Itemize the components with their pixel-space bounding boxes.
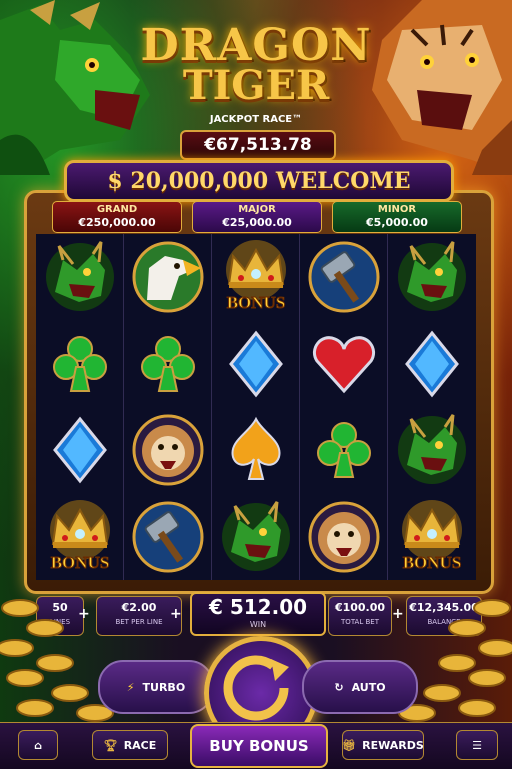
dragon-symbol-icon: [398, 414, 466, 485]
club-symbol-icon: [316, 422, 371, 479]
jackpot-grand-name: GRAND: [96, 204, 138, 215]
reel-cell: [212, 493, 300, 580]
club-symbol-icon: [52, 335, 107, 392]
menu-button[interactable]: ☰: [456, 730, 498, 760]
jackpot-race-label: JACKPOT RACE™: [209, 114, 303, 125]
hammer-symbol-icon: [132, 501, 203, 573]
dragon-symbol-icon: [45, 241, 114, 312]
dragon-symbol-icon: [398, 241, 466, 312]
reel-cell: [388, 234, 476, 321]
rewards-label: REWARDS: [362, 738, 424, 752]
reel-cell: [300, 320, 388, 407]
autoplay-icon: ↻: [334, 680, 344, 694]
rewards-button[interactable]: 🎁︎ REWARDS: [342, 730, 424, 760]
gift-icon: 🎁︎: [342, 738, 357, 752]
diamond-symbol-icon: [52, 416, 107, 484]
lion-symbol-icon: [132, 414, 203, 486]
reel-cell: [36, 407, 124, 494]
reel-cell: BONUS: [212, 234, 300, 321]
crown-bonus-symbol-icon: BONUS: [402, 499, 462, 572]
reel-cell: [388, 407, 476, 494]
jackpot-major-amount: €25,000.00: [222, 216, 292, 229]
welcome-bonus-banner[interactable]: $ 20,000,000 WELCOME BONUS: [64, 160, 454, 230]
reel-grid: BONUS BONUS BONUS: [36, 234, 476, 580]
heart-symbol-icon: [312, 335, 375, 393]
home-button[interactable]: ⌂: [18, 730, 58, 760]
reel-cell: [388, 321, 476, 408]
win-display: € 512.00 WIN: [190, 592, 326, 636]
win-label: WIN: [249, 620, 267, 629]
reel-cell: [212, 407, 300, 494]
hammer-symbol-icon: [308, 241, 379, 313]
reel-cell: [124, 493, 212, 580]
eagle-symbol-icon: [132, 241, 203, 313]
reel-cell: [300, 493, 388, 580]
race-label: RACE: [123, 738, 157, 752]
reel-cell: [36, 234, 124, 321]
win-value: € 512.00: [208, 595, 308, 619]
crown-bonus-symbol-icon: BONUS: [49, 499, 110, 572]
buy-bonus-button[interactable]: BUY BONUS: [190, 724, 328, 768]
race-button[interactable]: 🏆︎ RACE: [92, 730, 168, 760]
auto-label: AUTO: [351, 680, 386, 694]
reel-cell: [124, 234, 212, 321]
reel-cell: [36, 320, 124, 407]
crown-bonus-symbol-icon: BONUS: [225, 240, 286, 313]
menu-icon: ☰: [472, 738, 482, 752]
total-bet-display: €100.00 TOTAL BET: [328, 596, 392, 636]
spin-arrow-icon: [223, 655, 289, 721]
lightning-icon: ⚡: [126, 680, 135, 694]
jackpot-major-name: MAJOR: [238, 204, 276, 215]
total-bet-label: TOTAL BET: [341, 618, 379, 626]
spade-symbol-icon: [231, 417, 280, 481]
lion-symbol-icon: [308, 501, 379, 573]
diamond-symbol-icon: [228, 330, 283, 398]
jackpot-race-amount: €67,513.78: [180, 130, 336, 160]
turbo-label: TURBO: [142, 680, 186, 694]
auto-button[interactable]: ↻ AUTO: [302, 660, 418, 714]
jackpot-minor-name: MINOR: [377, 204, 417, 215]
bet-plus-icon[interactable]: +: [170, 606, 182, 622]
club-symbol-icon: [140, 335, 195, 392]
dragon-symbol-icon: [221, 500, 290, 571]
bonus-text: BONUS: [226, 293, 285, 312]
reel-cell: [124, 407, 212, 494]
home-icon: ⌂: [34, 738, 42, 752]
total-bet-value: €100.00: [334, 601, 386, 614]
diamond-symbol-icon: [405, 330, 459, 398]
jackpot-minor: MINOR €5,000.00: [332, 201, 462, 233]
trophy-icon: 🏆︎: [103, 738, 118, 752]
jackpot-minor-amount: €5,000.00: [366, 216, 428, 229]
turbo-button[interactable]: ⚡ TURBO: [98, 660, 214, 714]
game-title-line2: TIGER: [182, 62, 330, 109]
jackpot-grand-amount: €250,000.00: [78, 216, 156, 229]
reel-cell: [300, 234, 388, 321]
jackpot-grand: GRAND €250,000.00: [52, 201, 182, 233]
reel-cell: [212, 320, 300, 407]
jackpot-major: MAJOR €25,000.00: [192, 201, 322, 233]
reel-cell: [300, 407, 388, 494]
reel-cell: [124, 320, 212, 407]
